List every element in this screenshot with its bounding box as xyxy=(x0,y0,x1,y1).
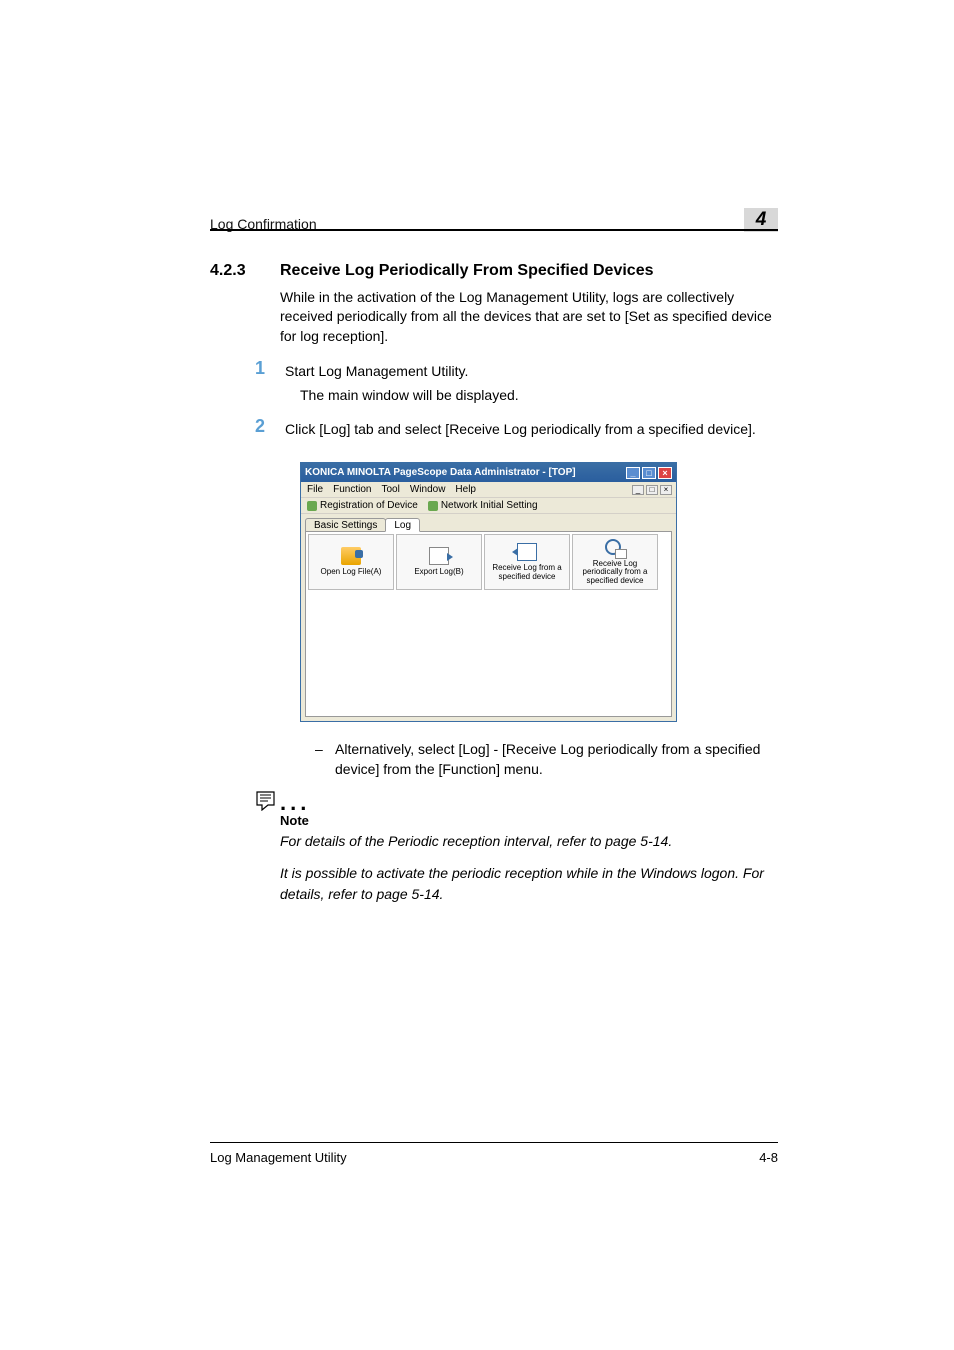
step-2-number: 2 xyxy=(255,416,285,439)
window-title: KONICA MINOLTA PageScope Data Administra… xyxy=(305,467,576,478)
menu-file[interactable]: File xyxy=(307,484,323,495)
folder-open-icon xyxy=(341,547,361,565)
mdi-restore-button[interactable]: □ xyxy=(646,485,658,495)
tab-log[interactable]: Log xyxy=(385,518,420,532)
footer-rule xyxy=(210,1142,778,1143)
device-icon xyxy=(307,501,317,511)
minimize-button[interactable]: _ xyxy=(626,467,640,479)
window-titlebar: KONICA MINOLTA PageScope Data Administra… xyxy=(301,463,676,482)
tile-export-log[interactable]: Export Log(B) xyxy=(396,534,482,590)
footer-right: 4-8 xyxy=(759,1150,778,1165)
step-1-subtext: The main window will be displayed. xyxy=(300,387,778,403)
toolbar-network-initial-setting[interactable]: Network Initial Setting xyxy=(428,500,538,511)
note-ellipsis-icon: ... xyxy=(280,798,310,808)
step-1: 1 Start Log Management Utility. xyxy=(255,358,778,381)
step-2-text: Click [Log] tab and select [Receive Log … xyxy=(285,416,778,439)
menu-window[interactable]: Window xyxy=(410,484,446,495)
periodic-receive-icon xyxy=(605,539,625,557)
toolbar: Registration of Device Network Initial S… xyxy=(301,498,676,514)
mdi-minimize-button[interactable]: _ xyxy=(632,485,644,495)
mdi-close-button[interactable]: × xyxy=(660,485,672,495)
note-body-1: For details of the Periodic reception in… xyxy=(280,831,778,851)
alternative-bullet: – Alternatively, select [Log] - [Receive… xyxy=(315,740,778,779)
log-panel: Open Log File(A) Export Log(B) Receive L… xyxy=(305,531,672,717)
toolbar-registration-label: Registration of Device xyxy=(320,500,418,511)
intro-paragraph: While in the activation of the Log Manag… xyxy=(280,288,778,346)
export-icon xyxy=(429,547,449,565)
tile-receive-log-label: Receive Log from a specified device xyxy=(485,564,569,581)
section-number: 4.2.3 xyxy=(210,262,280,280)
tile-open-log-file[interactable]: Open Log File(A) xyxy=(308,534,394,590)
tile-receive-log-periodically[interactable]: Receive Log periodically from a specifie… xyxy=(572,534,658,590)
tab-basic-settings[interactable]: Basic Settings xyxy=(305,518,386,531)
bullet-dash: – xyxy=(315,740,335,779)
tile-receive-periodic-label: Receive Log periodically from a specifie… xyxy=(573,560,657,585)
note-block: ... Note For details of the Periodic rec… xyxy=(254,789,778,904)
menu-tool[interactable]: Tool xyxy=(381,484,399,495)
menu-bar: File Function Tool Window Help _ □ × xyxy=(301,482,676,498)
toolbar-network-label: Network Initial Setting xyxy=(441,500,538,511)
receive-icon xyxy=(517,543,537,561)
step-1-text: Start Log Management Utility. xyxy=(285,358,778,381)
tile-receive-log[interactable]: Receive Log from a specified device xyxy=(484,534,570,590)
embedded-screenshot: KONICA MINOLTA PageScope Data Administra… xyxy=(300,462,677,722)
bullet-text: Alternatively, select [Log] - [Receive L… xyxy=(335,740,778,779)
toolbar-registration-of-device[interactable]: Registration of Device xyxy=(307,500,418,511)
note-icon xyxy=(254,789,280,811)
header-rule xyxy=(210,229,778,231)
step-1-number: 1 xyxy=(255,358,285,381)
footer-left: Log Management Utility xyxy=(210,1150,347,1165)
tile-open-log-label: Open Log File(A) xyxy=(321,568,382,576)
step-2: 2 Click [Log] tab and select [Receive Lo… xyxy=(255,416,778,439)
close-button[interactable]: × xyxy=(658,467,672,479)
tile-export-log-label: Export Log(B) xyxy=(414,568,463,576)
note-body-2: It is possible to activate the periodic … xyxy=(280,863,778,904)
tab-strip: Basic Settings Log xyxy=(301,514,676,531)
section-title: Receive Log Periodically From Specified … xyxy=(280,262,653,280)
maximize-button[interactable]: □ xyxy=(642,467,656,479)
network-icon xyxy=(428,501,438,511)
menu-help[interactable]: Help xyxy=(455,484,476,495)
note-label: Note xyxy=(280,813,778,828)
menu-function[interactable]: Function xyxy=(333,484,371,495)
